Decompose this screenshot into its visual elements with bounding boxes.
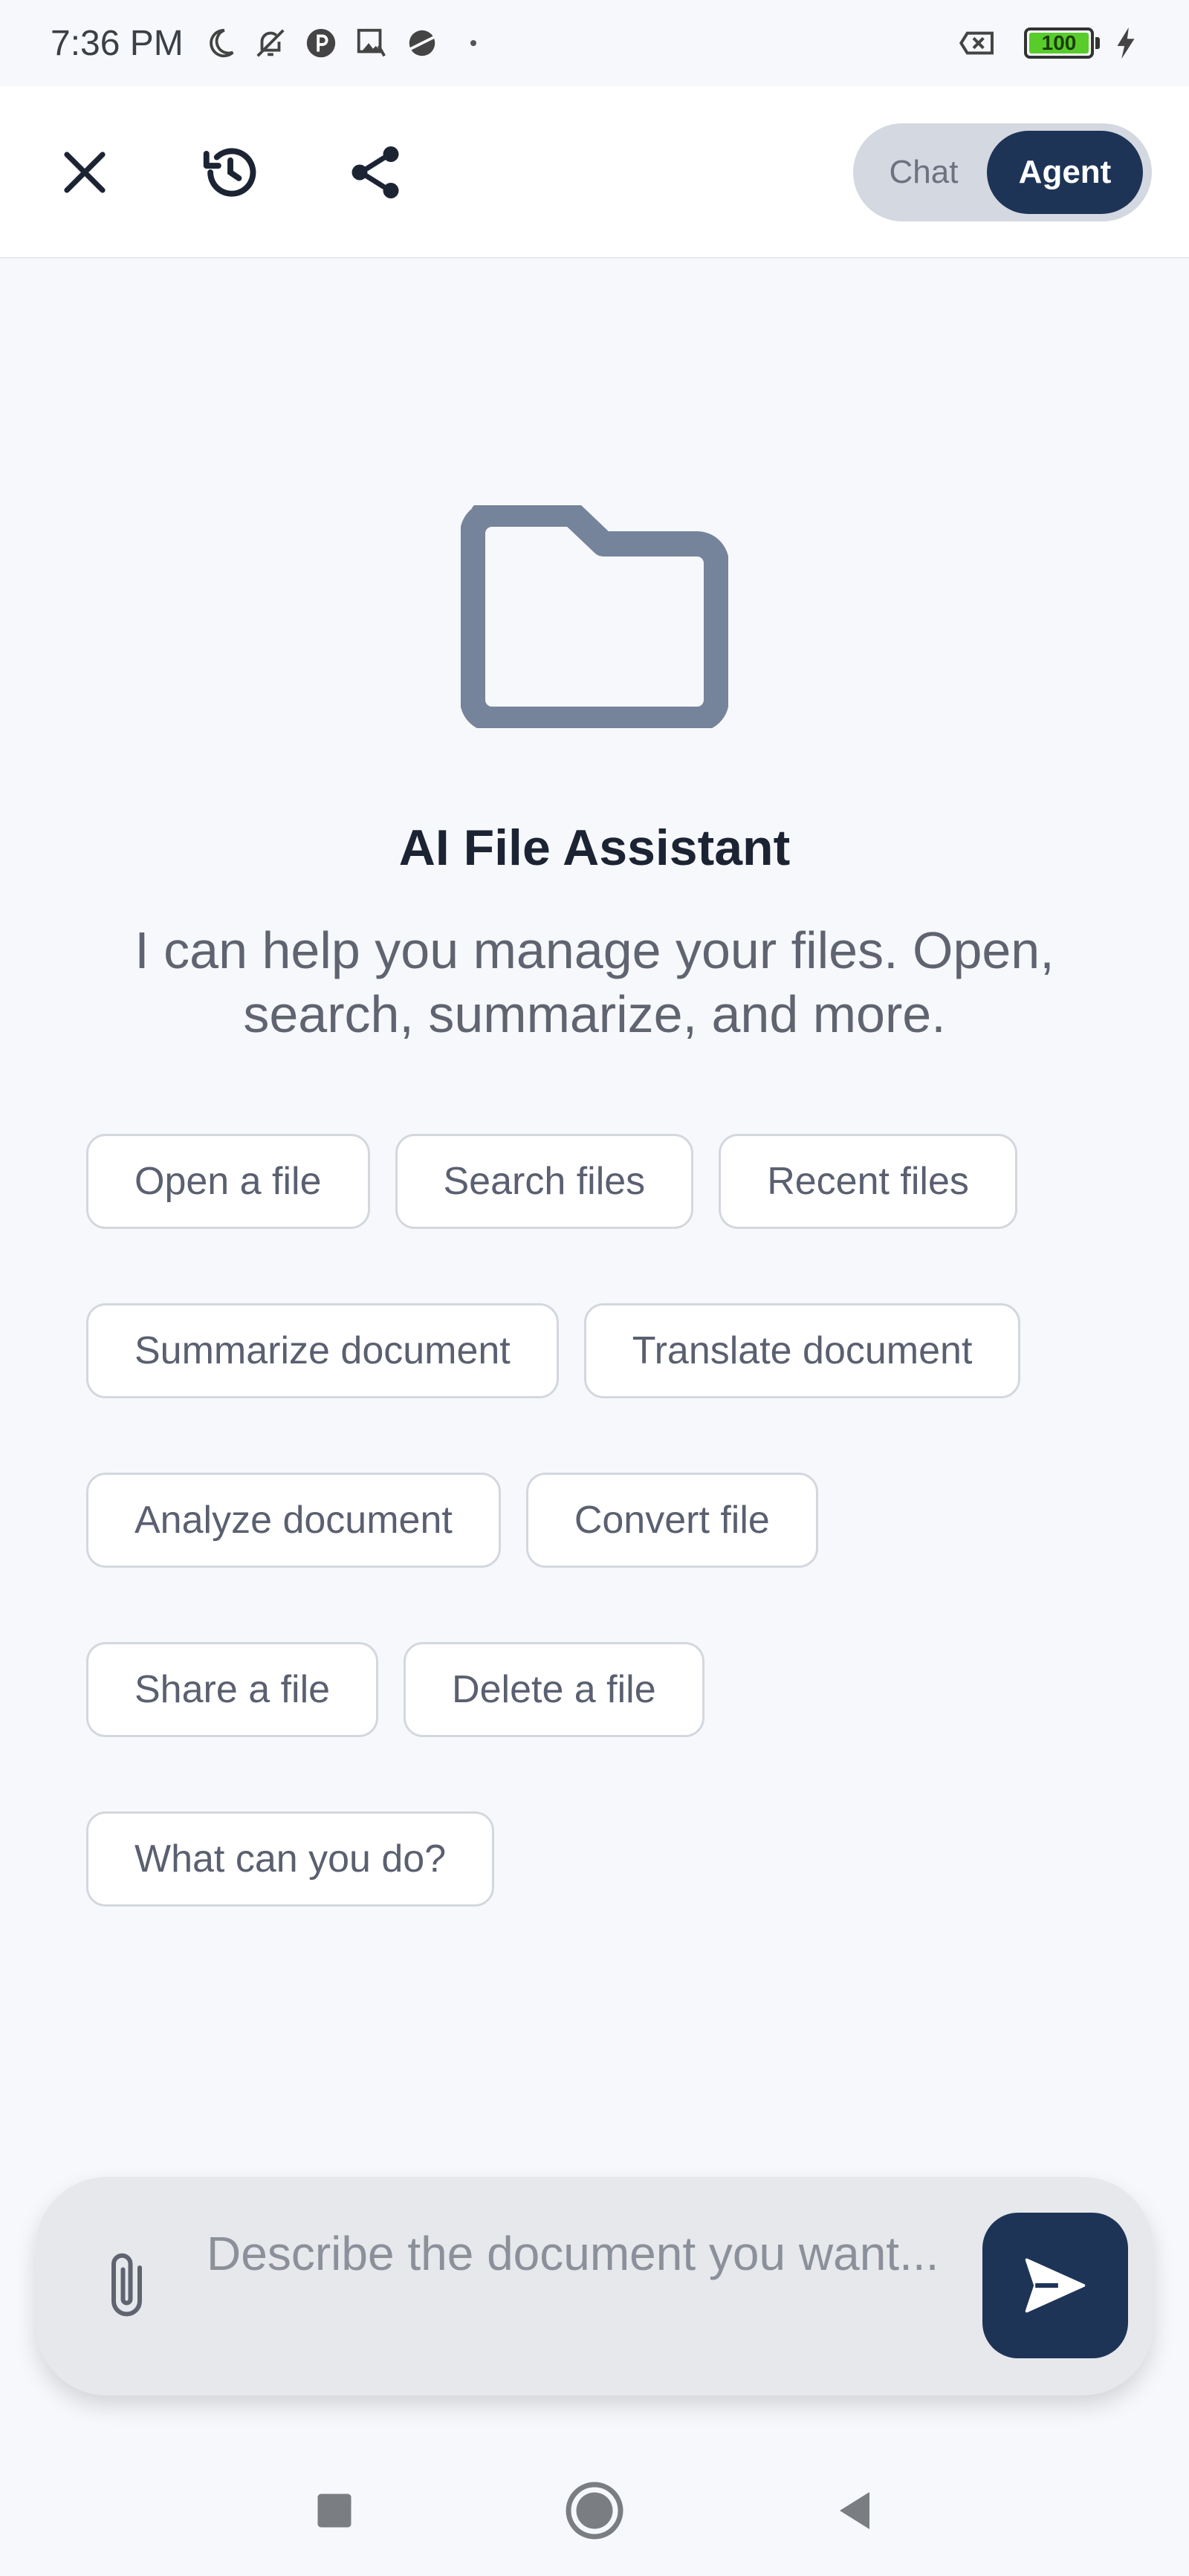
folder-icon [461, 505, 728, 728]
send-button[interactable] [982, 2213, 1128, 2358]
hero-subtitle: I can help you manage your files. Open, … [135, 921, 1054, 1043]
circle-p-icon [302, 25, 340, 62]
message-composer [36, 2177, 1153, 2395]
app-bar: Chat Agent [0, 86, 1189, 259]
chip-recent-files[interactable]: Recent files [719, 1134, 1017, 1229]
history-button[interactable] [193, 135, 268, 210]
system-nav-bar [0, 2444, 1189, 2576]
status-time: 7:36 PM [51, 23, 184, 63]
history-icon [203, 148, 256, 197]
back-button[interactable] [817, 2473, 892, 2548]
mode-agent-option[interactable]: Agent [987, 131, 1143, 214]
screen: 7:36 PM 100 Chat Agent AI File Assistant… [0, 0, 1189, 2576]
suggestion-chips: Open a file Search files Recent files Su… [86, 1134, 1127, 1981]
home-circle-icon [566, 2482, 623, 2539]
chip-translate-document[interactable]: Translate document [583, 1303, 1021, 1398]
bell-off-icon [252, 25, 289, 62]
chip-share-a-file[interactable]: Share a file [86, 1642, 379, 1737]
paperclip-icon [111, 2253, 142, 2317]
chip-what-can-you-do[interactable]: What can you do? [86, 1811, 495, 1907]
image-icon [353, 25, 390, 62]
chip-row: Share a file Delete a file [86, 1642, 1127, 1737]
chip-row: Analyze document Convert file [86, 1473, 1127, 1568]
status-left: 7:36 PM [51, 23, 476, 64]
charging-bolt-icon [1107, 25, 1144, 62]
chip-row: Open a file Search files Recent files [86, 1134, 1127, 1229]
chip-convert-file[interactable]: Convert file [525, 1473, 818, 1568]
chip-analyze-document[interactable]: Analyze document [86, 1473, 501, 1568]
recents-button[interactable] [297, 2473, 372, 2548]
chip-row: Summarize document Translate document [86, 1303, 1127, 1398]
share-button[interactable] [338, 135, 412, 210]
chip-summarize-document[interactable]: Summarize document [86, 1303, 559, 1398]
share-icon [351, 146, 399, 198]
status-right: 100 [959, 25, 1144, 62]
close-button[interactable] [48, 135, 122, 210]
status-bar: 7:36 PM 100 [0, 0, 1189, 86]
back-triangle-icon [840, 2491, 869, 2529]
planet-icon [404, 25, 441, 62]
message-input[interactable] [207, 2225, 950, 2349]
chip-delete-a-file[interactable]: Delete a file [404, 1642, 704, 1737]
close-icon [64, 152, 106, 193]
send-icon [1025, 2258, 1086, 2313]
battery-indicator: 100 [1024, 27, 1100, 59]
moon-icon [201, 25, 239, 62]
recents-square-icon [317, 2494, 351, 2527]
chip-search-files[interactable]: Search files [395, 1134, 694, 1229]
home-button[interactable] [557, 2473, 632, 2548]
mode-chat-option[interactable]: Chat [861, 131, 987, 214]
chip-open-a-file[interactable]: Open a file [86, 1134, 370, 1229]
hero-title: AI File Assistant [398, 820, 791, 876]
chip-row: What can you do? [86, 1811, 1127, 1907]
notification-dot [470, 40, 476, 46]
mode-toggle: Chat Agent [853, 123, 1152, 221]
battery-level: 100 [1029, 33, 1089, 53]
attach-button[interactable] [95, 2245, 162, 2327]
sim-off-icon [959, 25, 996, 62]
